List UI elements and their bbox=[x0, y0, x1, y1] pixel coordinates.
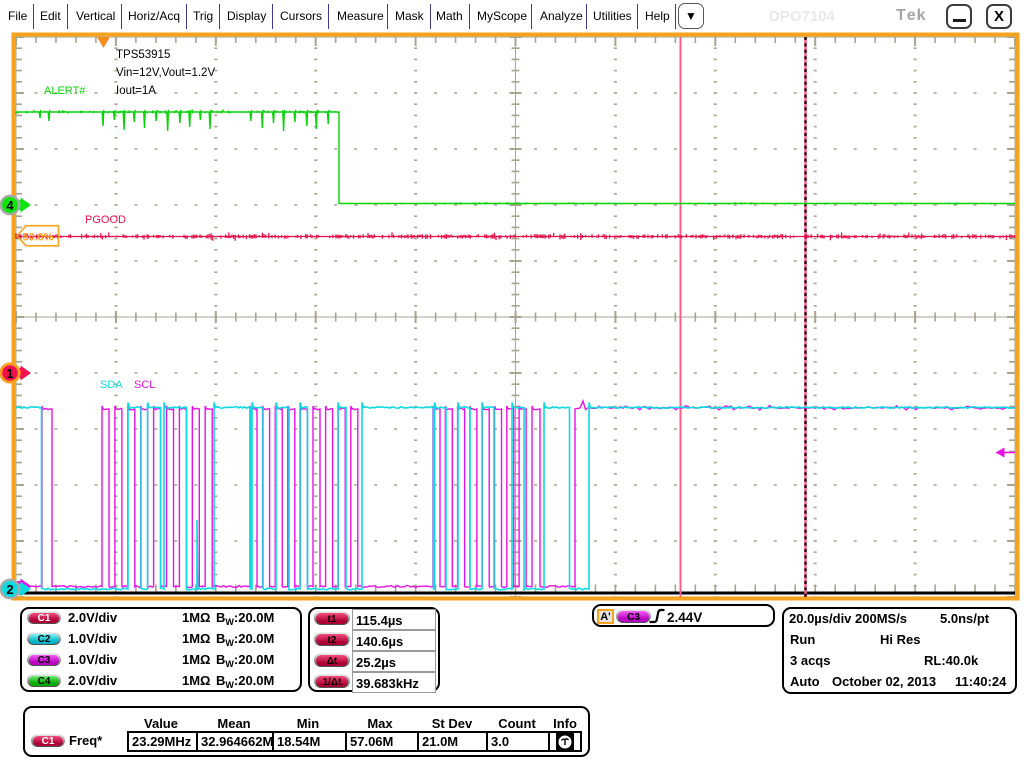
svg-text:TPS53915: TPS53915 bbox=[116, 49, 170, 61]
svg-text:50.0%: 50.0% bbox=[22, 232, 53, 244]
svg-text:SCL: SCL bbox=[134, 379, 155, 391]
svg-text:PGOOD: PGOOD bbox=[85, 214, 126, 226]
svg-text:Vin=12V,Vout=1.2V: Vin=12V,Vout=1.2V bbox=[116, 67, 215, 79]
svg-text:2: 2 bbox=[6, 582, 13, 597]
svg-text:ALERT#: ALERT# bbox=[44, 85, 86, 97]
svg-text:SDA: SDA bbox=[100, 379, 123, 391]
svg-text:1: 1 bbox=[6, 366, 13, 381]
svg-text:4: 4 bbox=[6, 198, 14, 213]
svg-text:Iout=1A: Iout=1A bbox=[116, 85, 156, 97]
